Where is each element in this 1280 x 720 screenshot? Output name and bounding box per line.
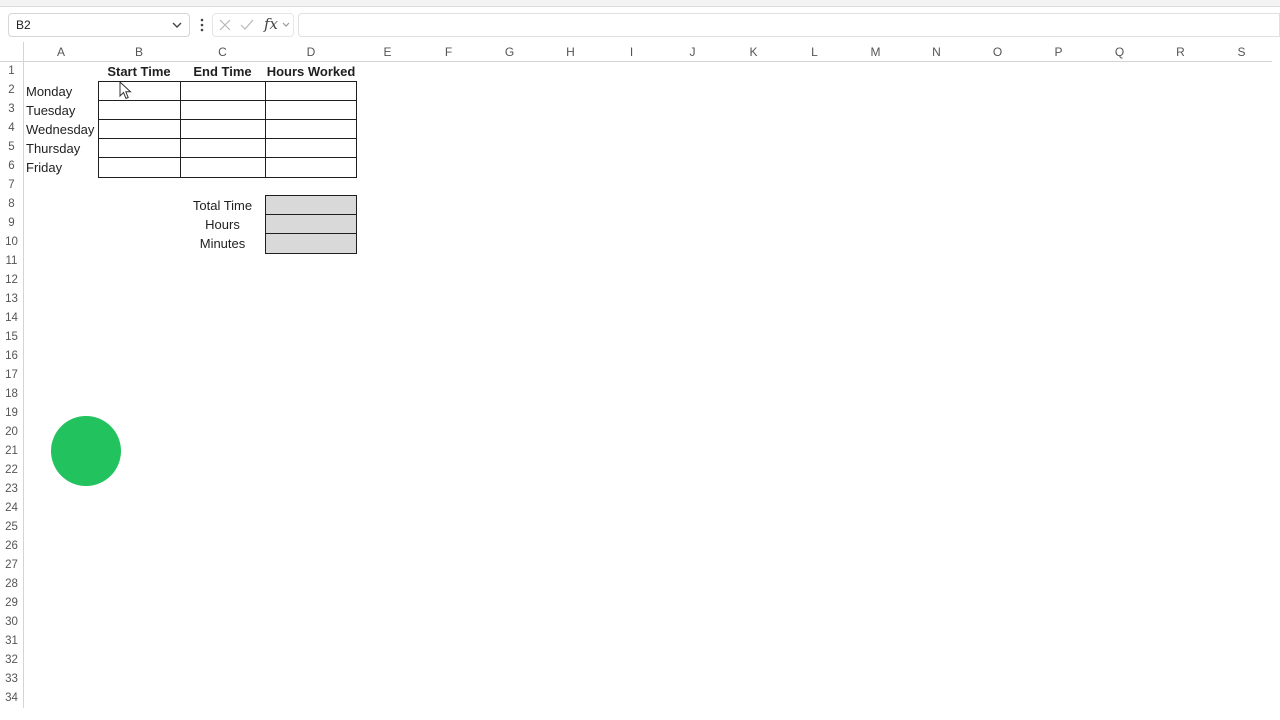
label-minutes[interactable]: Minutes <box>180 234 265 253</box>
row-header-5[interactable]: 5 <box>0 138 24 157</box>
column-header-q[interactable]: Q <box>1089 42 1150 62</box>
chevron-down-icon[interactable] <box>281 19 291 31</box>
column-header-j[interactable]: J <box>662 42 723 62</box>
column-header-h[interactable]: H <box>540 42 601 62</box>
row-header-1[interactable]: 1 <box>0 62 24 81</box>
insert-function-button[interactable]: fx <box>264 15 278 33</box>
row-header-9[interactable]: 9 <box>0 214 24 233</box>
label-total-time[interactable]: Total Time <box>180 196 265 215</box>
table-divider <box>98 119 357 120</box>
row-header-8[interactable]: 8 <box>0 195 24 214</box>
column-header-c[interactable]: C <box>180 42 265 62</box>
row-header-22[interactable]: 22 <box>0 461 24 480</box>
time-entry-table[interactable] <box>98 81 357 178</box>
row-header-16[interactable]: 16 <box>0 347 24 366</box>
summary-divider <box>265 214 357 215</box>
table-divider <box>180 81 181 178</box>
formula-actions: fx <box>212 13 294 37</box>
column-header-d[interactable]: D <box>265 42 357 62</box>
row-header-23[interactable]: 23 <box>0 480 24 499</box>
row-header-33[interactable]: 33 <box>0 670 24 689</box>
column-header-p[interactable]: P <box>1028 42 1089 62</box>
row-header-30[interactable]: 30 <box>0 613 24 632</box>
column-header-f[interactable]: F <box>418 42 479 62</box>
row-header-28[interactable]: 28 <box>0 575 24 594</box>
window-top-strip <box>0 0 1280 7</box>
select-all-corner[interactable] <box>0 42 24 62</box>
label-hours[interactable]: Hours <box>180 215 265 234</box>
column-header-o[interactable]: O <box>967 42 1028 62</box>
row-header-2[interactable]: 2 <box>0 81 24 100</box>
table-divider <box>265 81 266 178</box>
row-header-25[interactable]: 25 <box>0 518 24 537</box>
summary-divider <box>265 233 357 234</box>
header-hours-worked[interactable]: Hours Worked <box>265 62 357 81</box>
day-friday[interactable]: Friday <box>26 158 98 177</box>
header-end-time[interactable]: End Time <box>180 62 265 81</box>
row-header-12[interactable]: 12 <box>0 271 24 290</box>
enter-check-icon[interactable] <box>239 17 255 33</box>
row-header-31[interactable]: 31 <box>0 632 24 651</box>
column-header-s[interactable]: S <box>1211 42 1272 62</box>
more-options-icon[interactable] <box>197 16 207 34</box>
mouse-cursor-icon <box>119 81 132 100</box>
cancel-icon[interactable] <box>217 17 233 33</box>
worksheet-grid[interactable]: ABCDEFGHIJKLMNOPQRS 1 2 3 4 5 6 7 8 9 10 11 12 13 14 1… <box>0 42 1280 720</box>
row-header-24[interactable]: 24 <box>0 499 24 518</box>
row-header-32[interactable]: 32 <box>0 651 24 670</box>
row-header-17[interactable]: 17 <box>0 366 24 385</box>
column-header-n[interactable]: N <box>906 42 967 62</box>
row-header-19[interactable]: 19 <box>0 404 24 423</box>
chevron-down-icon[interactable] <box>169 16 185 34</box>
column-header-e[interactable]: E <box>357 42 418 62</box>
row-header-18[interactable]: 18 <box>0 385 24 404</box>
formula-toolbar: B2 fx <box>0 7 1280 41</box>
row-header-29[interactable]: 29 <box>0 594 24 613</box>
row-header-34[interactable]: 34 <box>0 689 24 708</box>
row-header-7[interactable]: 7 <box>0 176 24 195</box>
summary-border <box>265 195 357 254</box>
row-header-27[interactable]: 27 <box>0 556 24 575</box>
row-header-13[interactable]: 13 <box>0 290 24 309</box>
column-header-g[interactable]: G <box>479 42 540 62</box>
column-header-r[interactable]: R <box>1150 42 1211 62</box>
column-header-b[interactable]: B <box>98 42 180 62</box>
name-box[interactable]: B2 <box>8 13 190 37</box>
row-header-4[interactable]: 4 <box>0 119 24 138</box>
header-start-time[interactable]: Start Time <box>98 62 180 81</box>
column-header-m[interactable]: M <box>845 42 906 62</box>
column-header-l[interactable]: L <box>784 42 845 62</box>
row-header-6[interactable]: 6 <box>0 157 24 176</box>
table-divider <box>98 138 357 139</box>
row-header-20[interactable]: 20 <box>0 423 24 442</box>
formula-input[interactable] <box>298 13 1280 37</box>
day-wednesday[interactable]: Wednesday <box>26 120 98 139</box>
column-header-i[interactable]: I <box>601 42 662 62</box>
table-divider <box>98 100 357 101</box>
row-header-21[interactable]: 21 <box>0 442 24 461</box>
row-header-3[interactable]: 3 <box>0 100 24 119</box>
day-tuesday[interactable]: Tuesday <box>26 101 98 120</box>
column-header-a[interactable]: A <box>24 42 98 62</box>
recording-indicator <box>51 416 121 486</box>
day-thursday[interactable]: Thursday <box>26 139 98 158</box>
table-divider <box>98 157 357 158</box>
row-header-11[interactable]: 11 <box>0 252 24 271</box>
row-header-15[interactable]: 15 <box>0 328 24 347</box>
row-header-10[interactable]: 10 <box>0 233 24 252</box>
row-header-26[interactable]: 26 <box>0 537 24 556</box>
name-box-value: B2 <box>16 18 31 32</box>
row-header-14[interactable]: 14 <box>0 309 24 328</box>
column-header-k[interactable]: K <box>723 42 784 62</box>
day-monday[interactable]: Monday <box>26 82 98 101</box>
